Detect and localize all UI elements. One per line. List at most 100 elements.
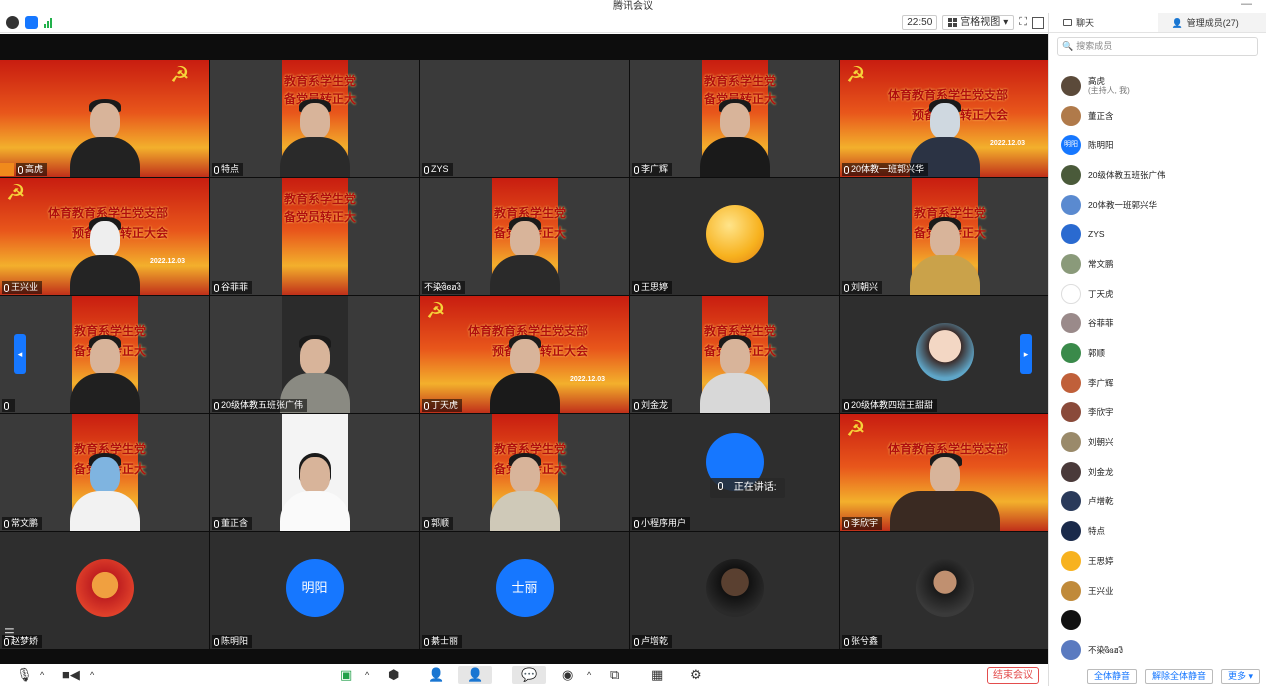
end-meeting-button[interactable]: 结束会议 (987, 667, 1039, 684)
member-avatar (1061, 432, 1081, 453)
member-avatar: 明阳 (1061, 135, 1081, 156)
microphone-icon (4, 519, 9, 528)
apps-icon[interactable]: ▦ (651, 668, 663, 682)
previous-page-button[interactable]: ◂ (14, 334, 26, 374)
video-tile[interactable]: 20级体教五班张广伟 (210, 296, 419, 413)
view-switch-button[interactable]: 宫格视图 ▾ (942, 15, 1015, 30)
chevron-up-icon[interactable]: ^ (587, 668, 591, 682)
participant-name-tag (2, 399, 15, 412)
video-tile[interactable]: 士丽 綦士丽 (420, 532, 629, 649)
member-list-item[interactable]: 丁天虎 (1049, 279, 1266, 309)
member-search-input[interactable]: 🔍 搜索成员 (1057, 37, 1258, 56)
video-tile[interactable]: 卢增乾 (630, 532, 839, 649)
more-button[interactable]: 更多 ▾ (1221, 668, 1261, 684)
video-tile[interactable]: ☭ 体育教育系学生党支部 预备党员转正大会 2022.12.03 王兴业 (0, 178, 209, 295)
video-tile[interactable]: 王思婷 (630, 178, 839, 295)
chevron-up-icon[interactable]: ^ (90, 668, 94, 682)
member-name: ZYS (1088, 229, 1105, 240)
member-avatar (1061, 75, 1081, 96)
chevron-up-icon[interactable]: ^ (40, 668, 44, 682)
member-list-item[interactable]: 刘朝兴 (1049, 427, 1266, 457)
video-tile[interactable]: 董正含 (210, 414, 419, 531)
signal-icon[interactable] (44, 17, 52, 28)
settings-gear-icon[interactable]: ⚙ (690, 668, 702, 682)
shield-icon[interactable] (25, 16, 38, 29)
member-list-item[interactable]: 李广辉 (1049, 368, 1266, 398)
participant-avatar (915, 322, 974, 381)
member-list-item[interactable]: 刘金龙 (1049, 457, 1266, 487)
microphone-icon (424, 519, 429, 528)
member-list-item[interactable]: 20体教一班郭兴华 (1049, 190, 1266, 220)
meeting-controls: 🎙 ^ ■◀ ^ ▣ ^ ⬢ 👤 👤 💬 ◉ ^ ⧉ ▦ ⚙ 结束会议 (0, 664, 1048, 686)
member-list-item[interactable]: 王思婷 (1049, 546, 1266, 576)
share-screen-icon[interactable]: ▣ (340, 668, 352, 682)
participant-avatar (75, 558, 134, 617)
member-list-item[interactable]: 特点 (1049, 516, 1266, 546)
security-icon[interactable]: ⬢ (388, 668, 399, 682)
info-icon[interactable] (6, 16, 19, 29)
member-list-item[interactable]: 王兴业 (1049, 576, 1266, 606)
party-emblem-icon: ☭ (6, 180, 26, 205)
participant-name-tag: 卢增乾 (632, 635, 673, 648)
unmute-all-button[interactable]: 解除全体静音 (1145, 668, 1214, 684)
video-tile[interactable]: 教育系学生党 备党员转正大 特点 (210, 60, 419, 177)
video-tile[interactable]: ZYS (420, 60, 629, 177)
member-list-item[interactable]: 卢增乾 (1049, 487, 1266, 517)
member-list-item[interactable]: 董正含 (1049, 101, 1266, 131)
video-tile[interactable]: 20级体教四班王甜甜 (840, 296, 1049, 413)
next-page-button[interactable]: ▸ (1020, 334, 1032, 374)
video-tile[interactable]: ☭ 体育教育系学生党支部 预备党员转正大会 2022.12.03 20体教一班郭… (840, 60, 1049, 177)
member-list-item[interactable]: 常文鹏 (1049, 249, 1266, 279)
chat-icon[interactable]: 💬 (512, 666, 547, 684)
video-tile[interactable]: 教育系学生党 备党员转正大 常文鹏 (0, 414, 209, 531)
member-list-item[interactable]: ZYS (1049, 219, 1266, 249)
member-avatar (1061, 521, 1081, 542)
participant-avatar: 士丽 (495, 558, 554, 617)
video-tile[interactable]: 张兮鑫 (840, 532, 1049, 649)
video-tile[interactable]: 教育系学生党 备党员转正大 刘金龙 (630, 296, 839, 413)
member-list-item[interactable]: 高虎 (主持人, 我) (1049, 71, 1266, 101)
tab-members[interactable]: 👤 管理成员(27) (1157, 13, 1266, 32)
tab-chat[interactable]: 聊天 (1049, 13, 1158, 32)
panel-tabs: 聊天 👤 管理成员(27) (1049, 13, 1266, 33)
video-tile[interactable]: 教育系学生党 备党员转正大 郭顺 (420, 414, 629, 531)
video-tile[interactable]: 赵梦娇 (0, 532, 209, 649)
list-icon[interactable]: ☰ (4, 626, 22, 644)
camera-toggle-icon[interactable]: ■◀ (62, 668, 80, 682)
members-icon[interactable]: 👤 (458, 666, 493, 684)
breakout-rooms-icon[interactable]: ⧉ (610, 668, 619, 682)
video-tile[interactable]: 教育系学生党 备党员转正大 刘朝兴 (840, 178, 1049, 295)
record-icon[interactable]: ◉ (562, 668, 573, 682)
video-tile[interactable]: ☭ 体育教育系学生党支部 李欣宇 (840, 414, 1049, 531)
video-tile[interactable]: 教育系学生党 备党员转正大 不染ɞิɞฮงิ (420, 178, 629, 295)
member-list-item[interactable]: 明阳 陈明阳 (1049, 130, 1266, 160)
video-tile[interactable]: ☭ 高虎 (0, 60, 209, 177)
minimize-button[interactable]: — (1241, 0, 1252, 11)
participant-avatar (705, 204, 764, 263)
participant-avatar: 明阳 (285, 558, 344, 617)
participant-video (279, 451, 350, 531)
invite-icon[interactable]: 👤 (428, 668, 444, 682)
member-list-item[interactable]: 20级体教五班张广伟 (1049, 160, 1266, 190)
video-tile[interactable]: 教育系学生党 备党员转正大 李广辉 (630, 60, 839, 177)
party-emblem-icon: ☭ (170, 62, 190, 87)
video-tile[interactable]: 教育系学生党 备党员转正大 谷菲菲 (210, 178, 419, 295)
participant-video (69, 333, 140, 413)
video-tile[interactable]: ☭ 体育教育系学生党支部 预备党员转正大会 2022.12.03 丁天虎 (420, 296, 629, 413)
chevron-up-icon[interactable]: ^ (365, 668, 369, 682)
member-list-item[interactable]: 不染ɞิɞฮงิ (1049, 635, 1266, 665)
video-tile[interactable]: 小程序用户 (630, 414, 839, 531)
member-list-item[interactable]: 李欣宇 (1049, 398, 1266, 428)
microphone-icon (634, 283, 639, 292)
video-tile[interactable]: 明阳 陈明阳 (210, 532, 419, 649)
fullscreen-icon[interactable]: ⛶ (1019, 16, 1027, 29)
member-list-item[interactable]: 郭顺 (1049, 338, 1266, 368)
mute-all-button[interactable]: 全体静音 (1087, 668, 1138, 684)
microphone-toggle-icon[interactable]: 🎙 (16, 668, 33, 682)
member-list-item[interactable] (1049, 605, 1266, 635)
participant-name-tag: 刘金龙 (632, 399, 673, 412)
member-avatar (1061, 372, 1081, 393)
member-list-item[interactable]: 谷菲菲 (1049, 309, 1266, 339)
video-tile[interactable]: 教育系学生党 备党员转正大 (0, 296, 209, 413)
layout-icon[interactable] (1032, 16, 1044, 29)
